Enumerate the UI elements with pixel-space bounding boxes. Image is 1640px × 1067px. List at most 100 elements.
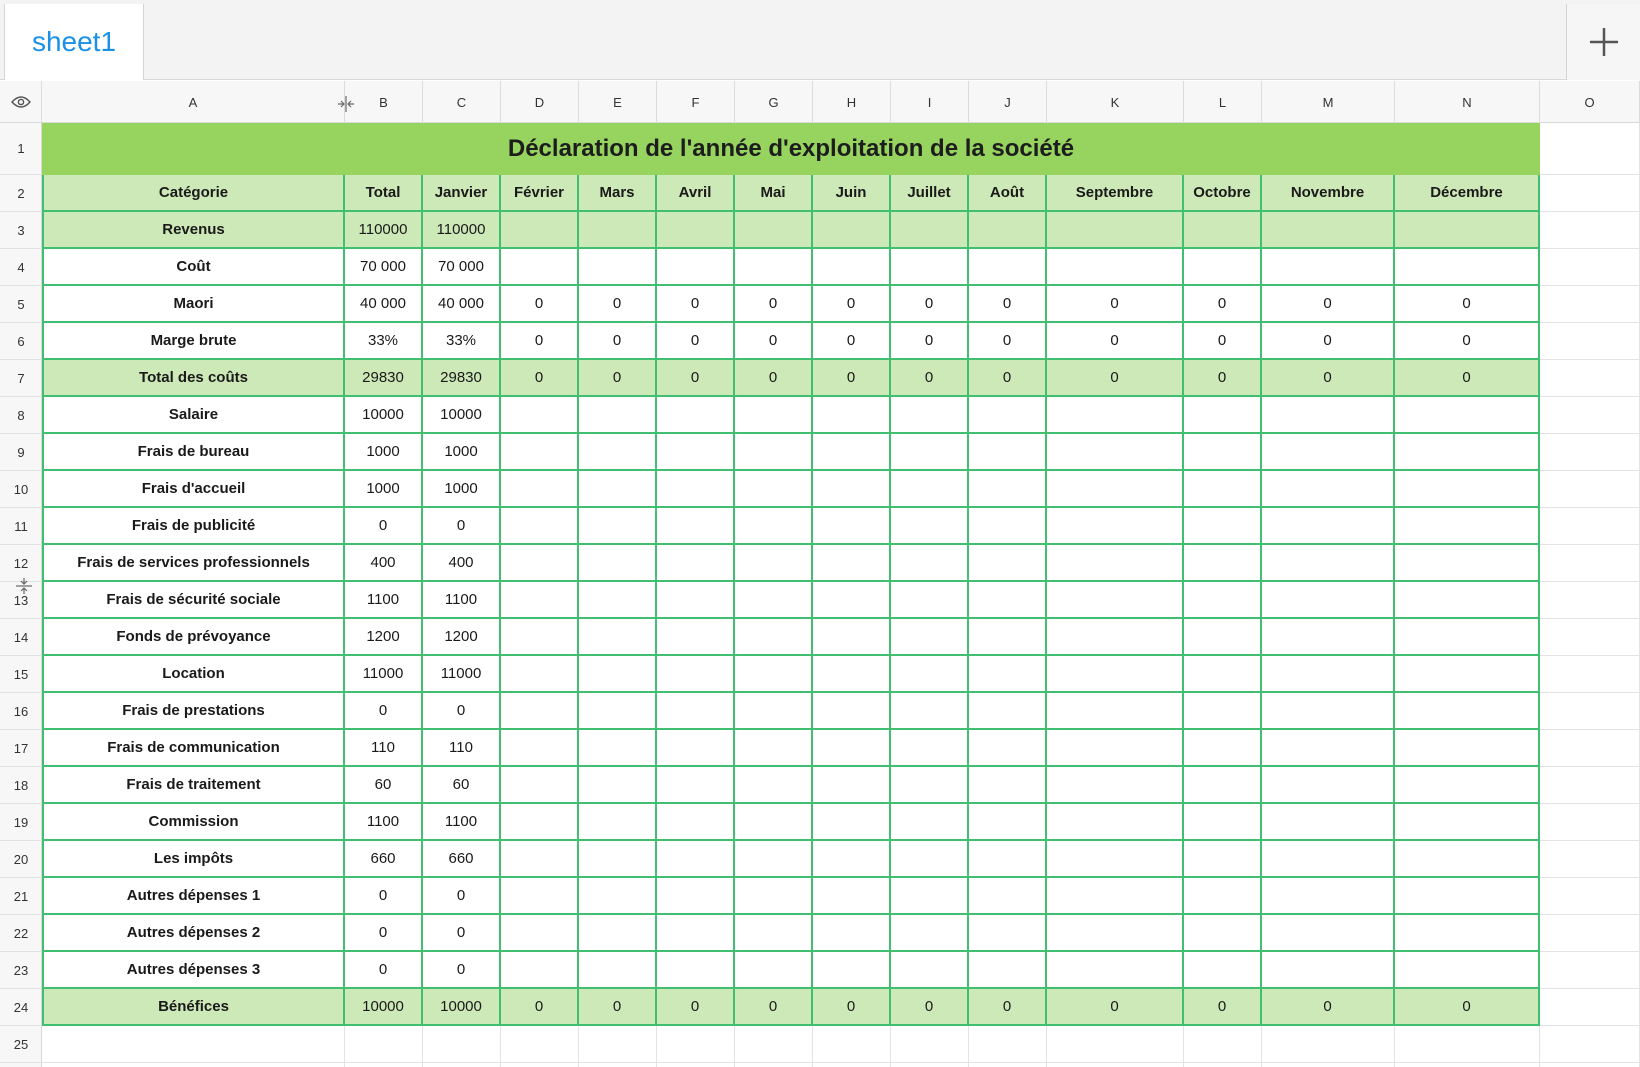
row-header-24[interactable]: 24 xyxy=(0,989,42,1026)
header-cell[interactable]: Total xyxy=(345,175,423,212)
value-cell[interactable]: 660 xyxy=(423,841,501,878)
value-cell[interactable]: 0 xyxy=(657,323,735,360)
value-cell[interactable] xyxy=(735,545,813,582)
value-cell[interactable] xyxy=(1262,397,1395,434)
value-cell[interactable] xyxy=(735,249,813,286)
row-label-cell[interactable]: Autres dépenses 1 xyxy=(42,878,345,915)
value-cell[interactable] xyxy=(1262,878,1395,915)
value-cell[interactable] xyxy=(813,508,891,545)
row-label-cell[interactable]: Frais de sécurité sociale xyxy=(42,582,345,619)
value-cell[interactable]: 110000 xyxy=(423,212,501,249)
value-cell[interactable] xyxy=(1047,471,1184,508)
value-cell[interactable] xyxy=(1262,471,1395,508)
value-cell[interactable]: 0 xyxy=(891,989,969,1026)
value-cell[interactable]: 0 xyxy=(345,915,423,952)
value-cell[interactable] xyxy=(969,212,1047,249)
value-cell[interactable] xyxy=(969,841,1047,878)
value-cell[interactable]: 0 xyxy=(1395,360,1540,397)
value-cell[interactable] xyxy=(813,212,891,249)
value-cell[interactable]: 0 xyxy=(579,989,657,1026)
value-cell[interactable]: 0 xyxy=(735,323,813,360)
value-cell[interactable] xyxy=(1047,730,1184,767)
value-cell[interactable]: 0 xyxy=(501,360,579,397)
column-header-k[interactable]: K xyxy=(1047,81,1184,123)
row-label-cell[interactable]: Bénéfices xyxy=(42,989,345,1026)
value-cell[interactable] xyxy=(1395,693,1540,730)
value-cell[interactable] xyxy=(891,249,969,286)
value-cell[interactable] xyxy=(735,656,813,693)
row-header-19[interactable]: 19 xyxy=(0,804,42,841)
value-cell[interactable]: 0 xyxy=(813,323,891,360)
row-header-17[interactable]: 17 xyxy=(0,730,42,767)
value-cell[interactable] xyxy=(501,249,579,286)
value-cell[interactable] xyxy=(891,767,969,804)
row-header-20[interactable]: 20 xyxy=(0,841,42,878)
value-cell[interactable] xyxy=(1262,212,1395,249)
value-cell[interactable]: 0 xyxy=(969,989,1047,1026)
value-cell[interactable]: 400 xyxy=(423,545,501,582)
value-cell[interactable] xyxy=(735,915,813,952)
value-cell[interactable]: 0 xyxy=(735,360,813,397)
header-cell[interactable]: Août xyxy=(969,175,1047,212)
value-cell[interactable] xyxy=(1395,434,1540,471)
value-cell[interactable] xyxy=(735,397,813,434)
value-cell[interactable]: 0 xyxy=(1395,323,1540,360)
header-cell[interactable]: Septembre xyxy=(1047,175,1184,212)
value-cell[interactable] xyxy=(969,619,1047,656)
header-cell[interactable]: Novembre xyxy=(1262,175,1395,212)
value-cell[interactable] xyxy=(813,545,891,582)
value-cell[interactable]: 40 000 xyxy=(423,286,501,323)
value-cell[interactable] xyxy=(657,804,735,841)
column-header-o[interactable]: O xyxy=(1540,81,1640,123)
value-cell[interactable] xyxy=(579,730,657,767)
value-cell[interactable] xyxy=(579,878,657,915)
value-cell[interactable] xyxy=(1184,508,1262,545)
column-header-h[interactable]: H xyxy=(813,81,891,123)
value-cell[interactable] xyxy=(735,767,813,804)
value-cell[interactable]: 1000 xyxy=(345,471,423,508)
value-cell[interactable]: 0 xyxy=(1395,286,1540,323)
value-cell[interactable] xyxy=(735,841,813,878)
value-cell[interactable] xyxy=(1262,841,1395,878)
value-cell[interactable] xyxy=(579,952,657,989)
value-cell[interactable] xyxy=(657,397,735,434)
value-cell[interactable] xyxy=(891,397,969,434)
add-sheet-button[interactable] xyxy=(1566,4,1640,80)
value-cell[interactable] xyxy=(1395,915,1540,952)
value-cell[interactable]: 0 xyxy=(735,286,813,323)
value-cell[interactable] xyxy=(813,915,891,952)
value-cell[interactable] xyxy=(891,656,969,693)
value-cell[interactable] xyxy=(813,434,891,471)
value-cell[interactable]: 40 000 xyxy=(345,286,423,323)
value-cell[interactable] xyxy=(657,915,735,952)
value-cell[interactable] xyxy=(657,693,735,730)
value-cell[interactable]: 70 000 xyxy=(423,249,501,286)
value-cell[interactable]: 1100 xyxy=(345,804,423,841)
row-header-1[interactable]: 1 xyxy=(0,123,42,175)
value-cell[interactable]: 1100 xyxy=(345,582,423,619)
value-cell[interactable] xyxy=(1184,841,1262,878)
value-cell[interactable]: 10000 xyxy=(345,397,423,434)
value-cell[interactable] xyxy=(969,915,1047,952)
value-cell[interactable] xyxy=(1047,693,1184,730)
value-cell[interactable] xyxy=(1395,656,1540,693)
value-cell[interactable] xyxy=(735,582,813,619)
value-cell[interactable] xyxy=(1184,730,1262,767)
value-cell[interactable] xyxy=(891,434,969,471)
value-cell[interactable] xyxy=(813,619,891,656)
title-cell[interactable]: Déclaration de l'année d'exploitation de… xyxy=(42,123,1540,175)
value-cell[interactable]: 0 xyxy=(891,323,969,360)
value-cell[interactable] xyxy=(735,508,813,545)
value-cell[interactable] xyxy=(1395,508,1540,545)
eye-icon[interactable] xyxy=(0,81,42,123)
value-cell[interactable]: 10000 xyxy=(345,989,423,1026)
value-cell[interactable] xyxy=(891,952,969,989)
row-header-10[interactable]: 10 xyxy=(0,471,42,508)
value-cell[interactable] xyxy=(1262,952,1395,989)
value-cell[interactable] xyxy=(657,767,735,804)
value-cell[interactable]: 1100 xyxy=(423,804,501,841)
row-header-7[interactable]: 7 xyxy=(0,360,42,397)
value-cell[interactable] xyxy=(1395,249,1540,286)
value-cell[interactable] xyxy=(579,693,657,730)
row-header-25[interactable]: 25 xyxy=(0,1026,42,1063)
